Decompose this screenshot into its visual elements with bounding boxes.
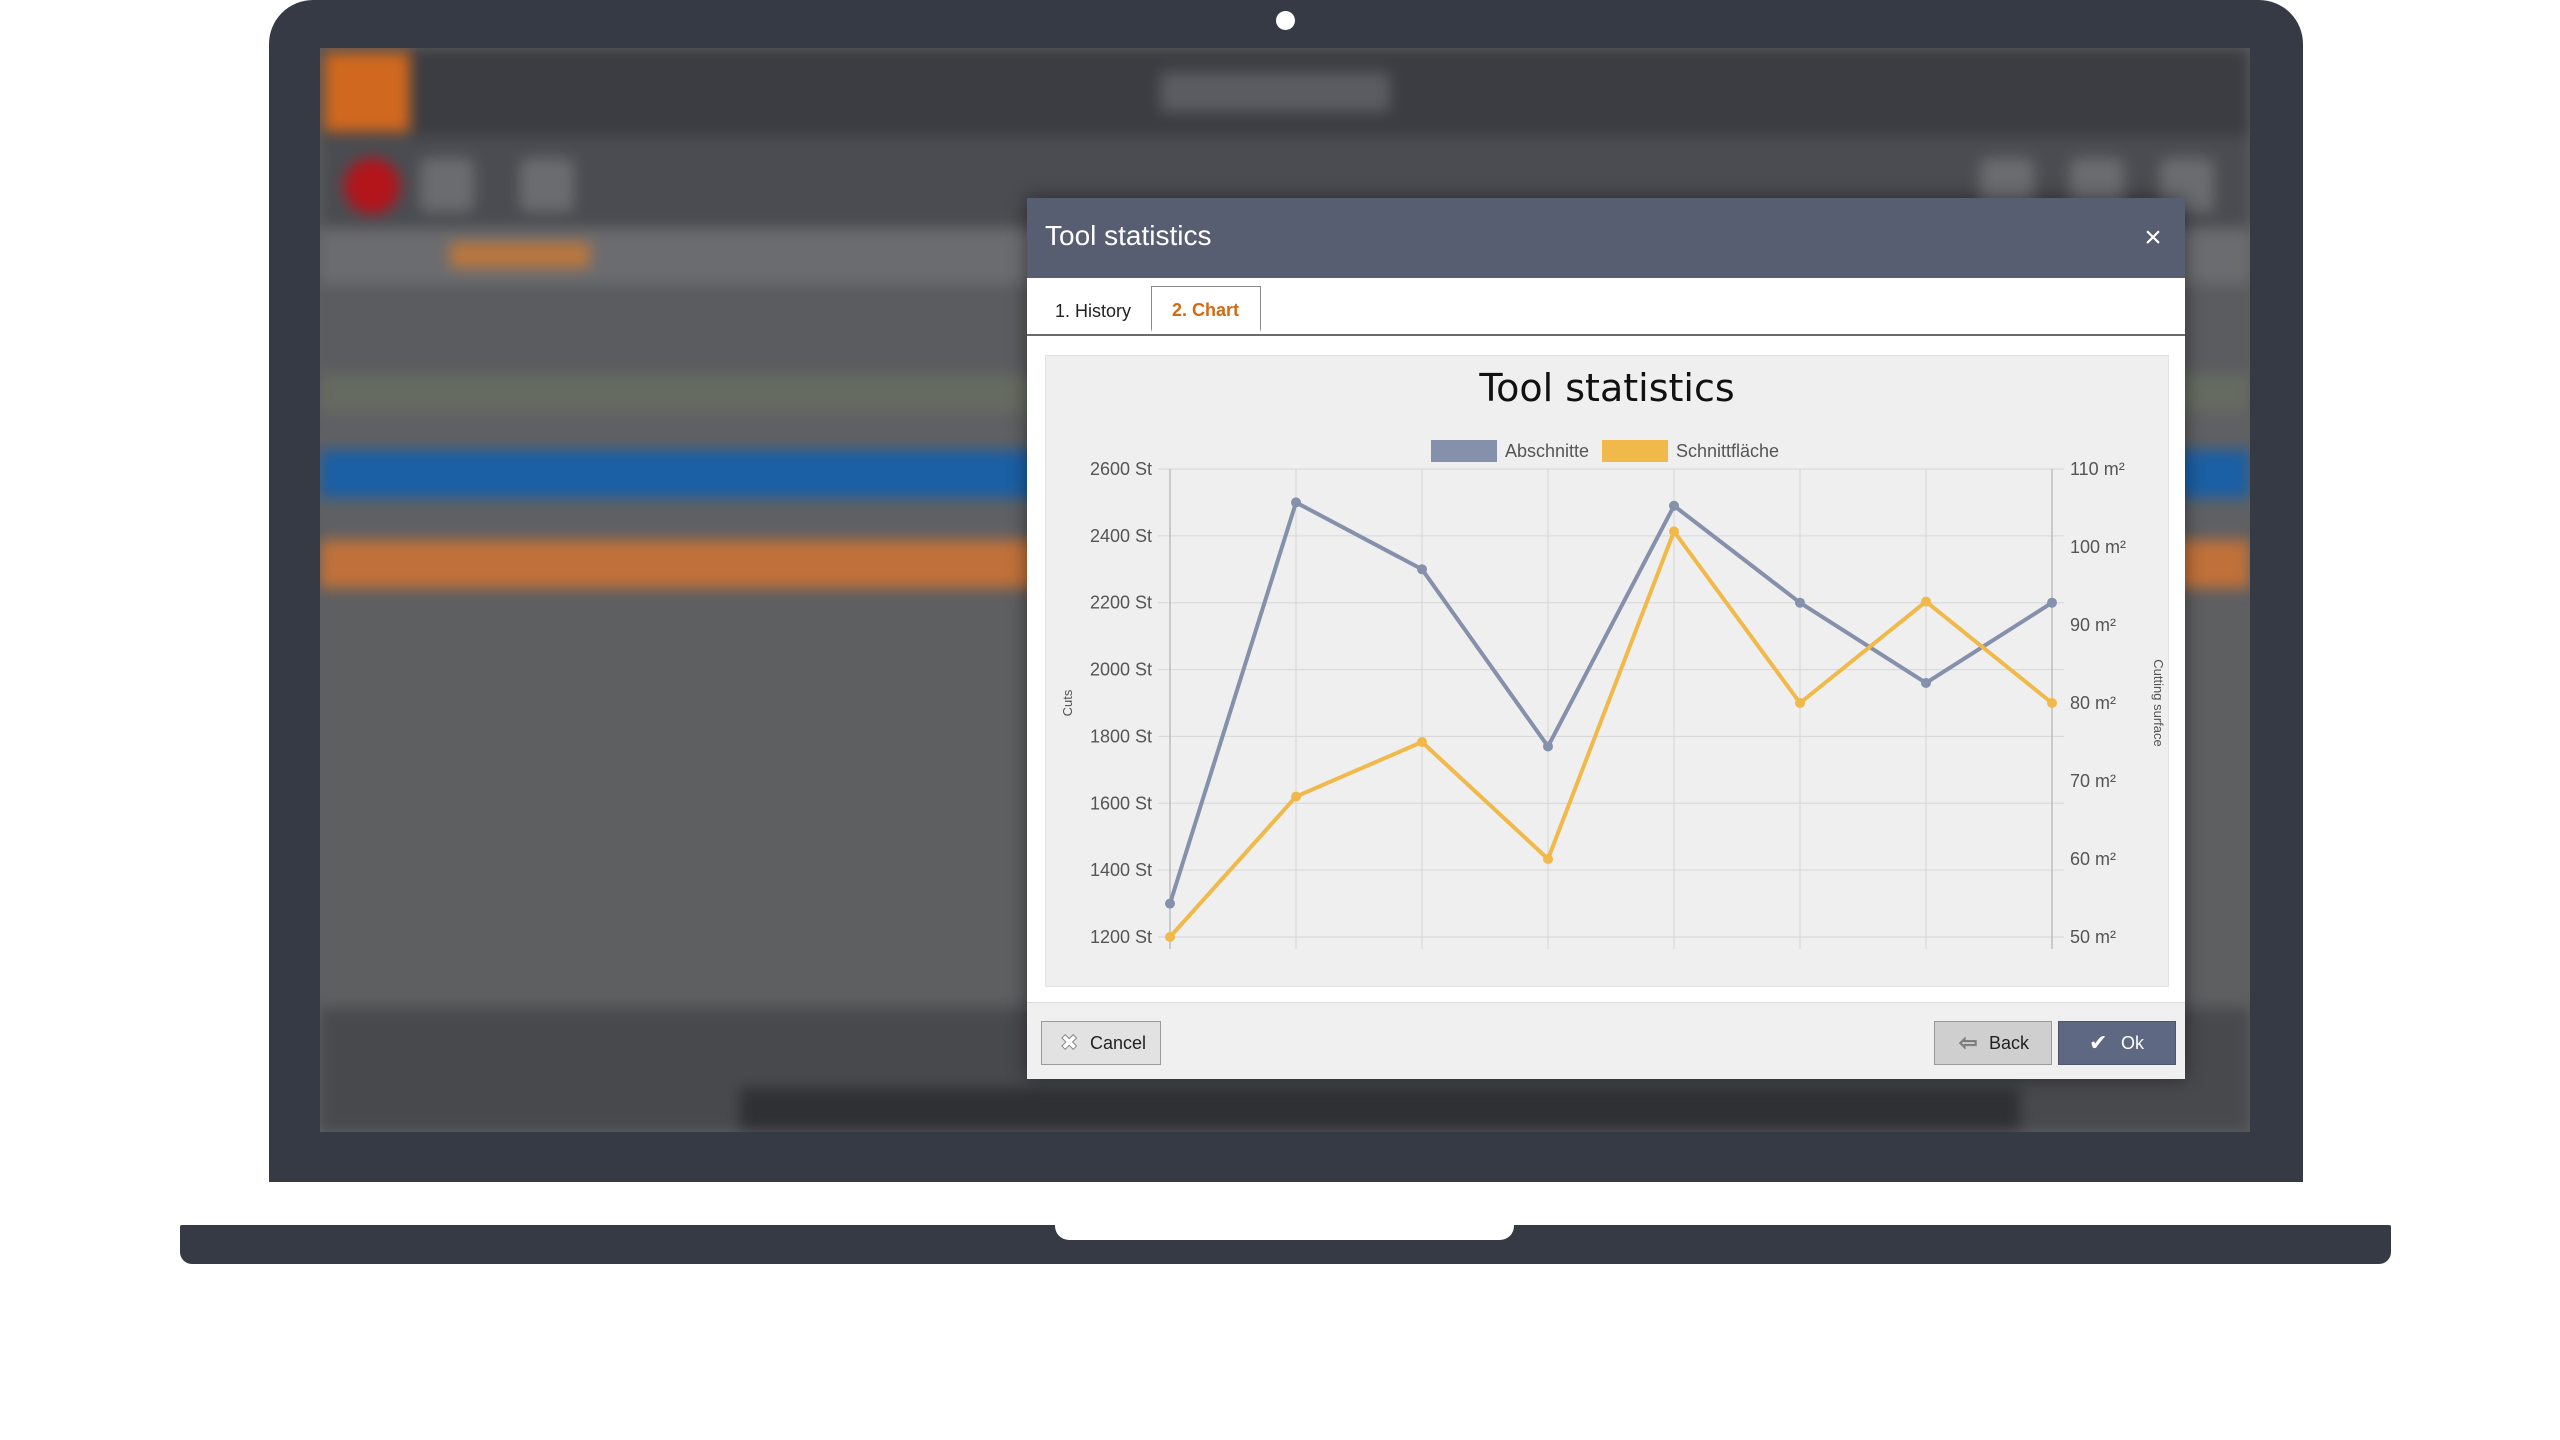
- close-icon[interactable]: ×: [2135, 220, 2171, 256]
- y-left-tick-label: 2200 St: [1090, 593, 1152, 613]
- y-left-tick-label: 1800 St: [1090, 726, 1152, 746]
- data-point-schnittflaeche: [1165, 932, 1175, 942]
- bg-logo: [324, 52, 410, 132]
- chart-title: Tool statistics: [1478, 366, 1734, 410]
- laptop-base-notch: [1055, 1225, 1514, 1240]
- data-point-abschnitte: [1795, 597, 1805, 608]
- data-point-schnittflaeche: [1417, 737, 1427, 747]
- legend-swatch-cuts: [1431, 440, 1497, 462]
- arrow-left-icon: ⇦: [1958, 1030, 1978, 1056]
- y-left-tick-label: 1400 St: [1090, 860, 1152, 880]
- camera-dot: [1276, 11, 1295, 30]
- y-right-tick-label: 50 m²: [2070, 927, 2116, 947]
- bg-statusbar: [740, 1088, 2020, 1132]
- y-left-tick-label: 1600 St: [1090, 793, 1152, 813]
- bg-tab-orange: [450, 242, 590, 268]
- line-chart: Tool statistics Abschnitte Schnittfläche 26…: [1060, 366, 2166, 949]
- data-point-abschnitte: [1921, 677, 1931, 688]
- data-point-abschnitte: [1543, 741, 1553, 752]
- data-point-abschnitte: [1669, 500, 1679, 511]
- tab-history[interactable]: 1. History: [1035, 288, 1159, 334]
- y-left-tick-label: 2400 St: [1090, 526, 1152, 546]
- bg-title: [1160, 72, 1390, 112]
- data-point-abschnitte: [1417, 564, 1427, 575]
- data-point-schnittflaeche: [1543, 854, 1553, 864]
- y-right-tick-label: 100 m²: [2070, 537, 2126, 557]
- cancel-button[interactable]: ✖ Cancel: [1041, 1021, 1161, 1065]
- tool-statistics-dialog: Tool statistics × 1. History 2. Chart To…: [1027, 198, 2185, 1079]
- y-left-tick-label: 1200 St: [1090, 927, 1152, 947]
- legend-label: Schnittfläche: [1676, 441, 1779, 461]
- ok-label: Ok: [2121, 1033, 2145, 1053]
- y-right-tick-label: 70 m²: [2070, 771, 2116, 791]
- y-right-axis-title: Cutting surface: [2151, 659, 2166, 746]
- dialog-footer: ✖ Cancel ⇦ Back ✔ Ok: [1027, 1002, 2185, 1079]
- bg-tool: [520, 158, 574, 212]
- back-label: Back: [1989, 1033, 2030, 1053]
- y-right-tick-label: 90 m²: [2070, 615, 2116, 635]
- cancel-label: Cancel: [1090, 1033, 1147, 1053]
- dialog-title: Tool statistics: [1045, 220, 1212, 251]
- series-line-abschnitte: [1168, 500, 2054, 905]
- data-point-abschnitte: [1165, 898, 1175, 909]
- legend-label: Abschnitte: [1505, 441, 1589, 461]
- legend-swatch-surface: [1602, 440, 1668, 462]
- series-line-schnittflaeche: [1168, 529, 2054, 939]
- checkmark-icon: ✔: [2089, 1030, 2108, 1055]
- data-point-schnittflaeche: [2047, 698, 2057, 708]
- data-point-schnittflaeche: [1291, 791, 1301, 802]
- y-left-tick-label: 2000 St: [1090, 660, 1152, 680]
- bg-tool: [420, 158, 474, 212]
- data-point-schnittflaeche: [1921, 596, 1931, 607]
- bg-tool-red: [344, 158, 400, 214]
- y-right-tick-label: 110 m²: [2070, 459, 2125, 479]
- x-icon: ✖: [1059, 1030, 1079, 1056]
- tab-chart[interactable]: 2. Chart: [1151, 286, 1261, 332]
- back-button[interactable]: ⇦ Back: [1934, 1021, 2052, 1065]
- y-right-tick-label: 80 m²: [2070, 693, 2116, 713]
- data-point-abschnitte: [1291, 497, 1301, 508]
- ok-button[interactable]: ✔ Ok: [2058, 1021, 2176, 1065]
- screen: Tool statistics × 1. History 2. Chart To…: [320, 48, 2250, 1132]
- y-left-axis-title: Cuts: [1060, 689, 1075, 716]
- chart-panel: Tool statistics Abschnitte Schnittfläche 26…: [1045, 355, 2169, 987]
- dialog-titlebar: Tool statistics ×: [1027, 198, 2185, 278]
- data-point-schnittflaeche: [1669, 526, 1679, 537]
- y-left-tick-label: 2600 St: [1090, 459, 1152, 479]
- y-right-tick-label: 60 m²: [2070, 849, 2116, 869]
- data-point-schnittflaeche: [1795, 698, 1805, 708]
- data-point-abschnitte: [2047, 597, 2057, 608]
